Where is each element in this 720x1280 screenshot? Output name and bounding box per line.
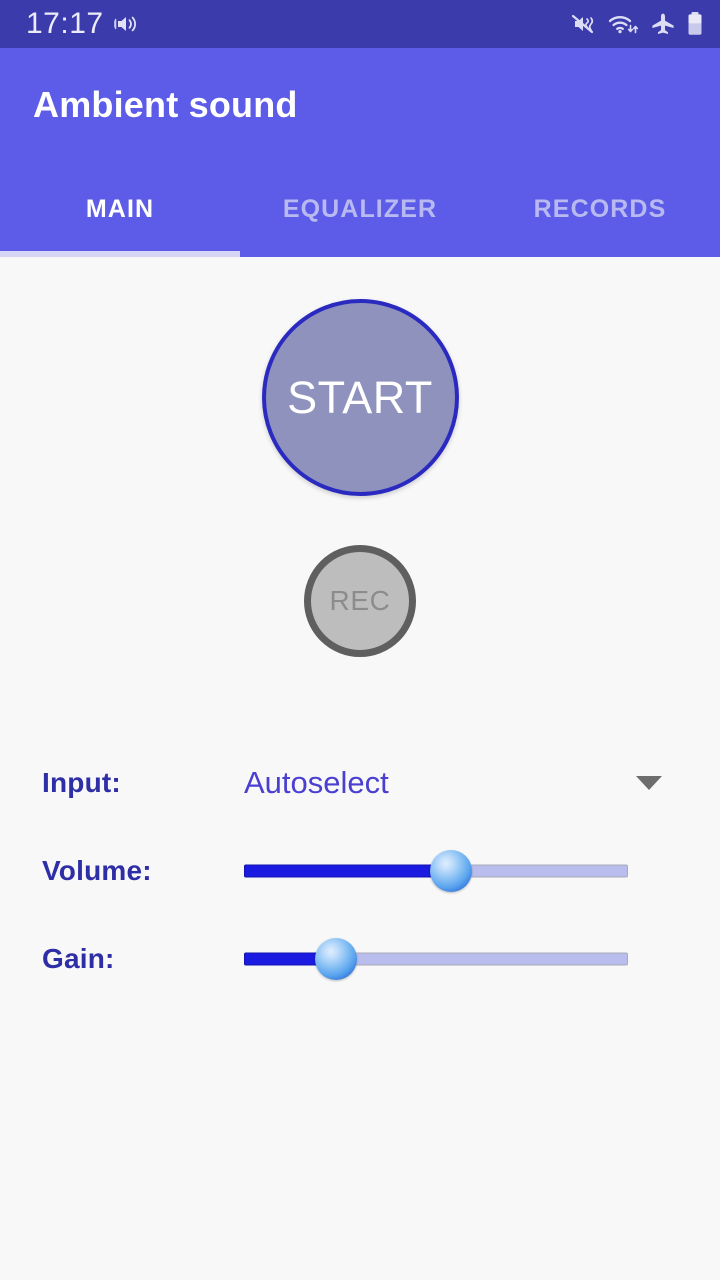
gain-slider-thumb[interactable] (315, 938, 358, 980)
wifi-data-icon (608, 12, 640, 36)
mute-vibrate-icon (570, 12, 598, 36)
status-bar-right (570, 11, 704, 37)
chevron-down-icon (636, 776, 662, 790)
app-bar: Ambient sound (0, 48, 720, 161)
status-clock: 17:17 (26, 7, 104, 40)
volume-slider-fill (244, 864, 452, 878)
gain-slider[interactable] (244, 937, 628, 981)
volume-field (244, 849, 680, 893)
input-label: Input: (42, 767, 121, 798)
status-bar-left: 17:17 (26, 9, 144, 39)
status-bar: 17:17 (0, 0, 720, 48)
tab-records[interactable]: RECORDS (480, 161, 720, 257)
page-title: Ambient sound (33, 83, 298, 125)
input-row: Input: Autoselect (42, 739, 680, 827)
volume-slider-thumb[interactable] (430, 850, 473, 892)
battery-icon (686, 11, 704, 37)
tab-equalizer[interactable]: EQUALIZER (240, 161, 480, 257)
rec-button[interactable]: REC (304, 545, 416, 657)
start-button-container: START (0, 257, 720, 496)
main-content: START REC Input: Autoselect Volume: Gain… (0, 257, 720, 1280)
sound-waves-icon (113, 12, 144, 36)
gain-row: Gain: (42, 915, 680, 1003)
tab-main[interactable]: MAIN (0, 161, 240, 257)
rec-button-container: REC (0, 496, 720, 657)
tab-bar: MAIN EQUALIZER RECORDS (0, 161, 720, 257)
input-select-value: Autoselect (244, 765, 389, 800)
volume-slider[interactable] (244, 849, 628, 893)
gain-label: Gain: (42, 943, 115, 974)
volume-label: Volume: (42, 855, 152, 886)
airplane-mode-icon (650, 12, 676, 36)
input-select[interactable]: Autoselect (244, 765, 680, 801)
start-button[interactable]: START (261, 299, 459, 496)
controls-section: Input: Autoselect Volume: Gain: (0, 739, 720, 1003)
volume-row: Volume: (42, 827, 680, 915)
gain-field (244, 937, 680, 981)
